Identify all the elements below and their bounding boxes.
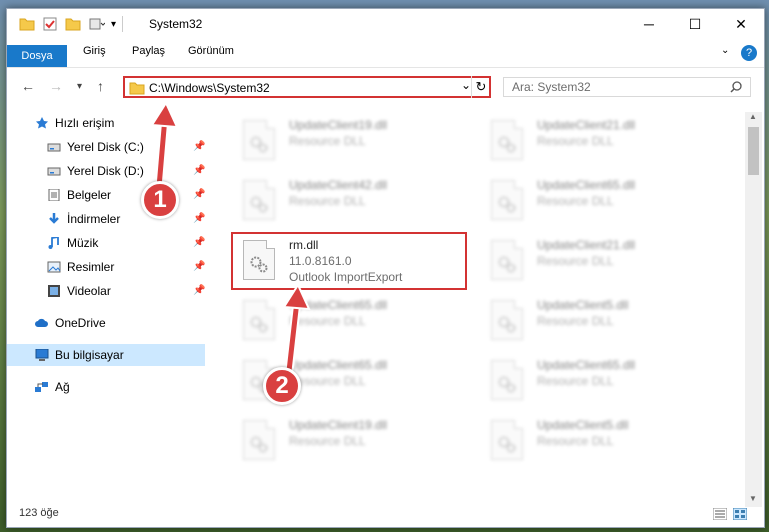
step-1-badge: 1 [141,181,179,219]
annotation-arrows [150,100,311,376]
explorer-window: ▾ System32 ─ ☐ ✕ Dosya Giriş Paylaş Görü… [6,8,765,528]
step-2-badge: 2 [263,367,301,405]
arrow-1-icon [150,100,179,192]
arrow-2-icon [282,282,311,376]
